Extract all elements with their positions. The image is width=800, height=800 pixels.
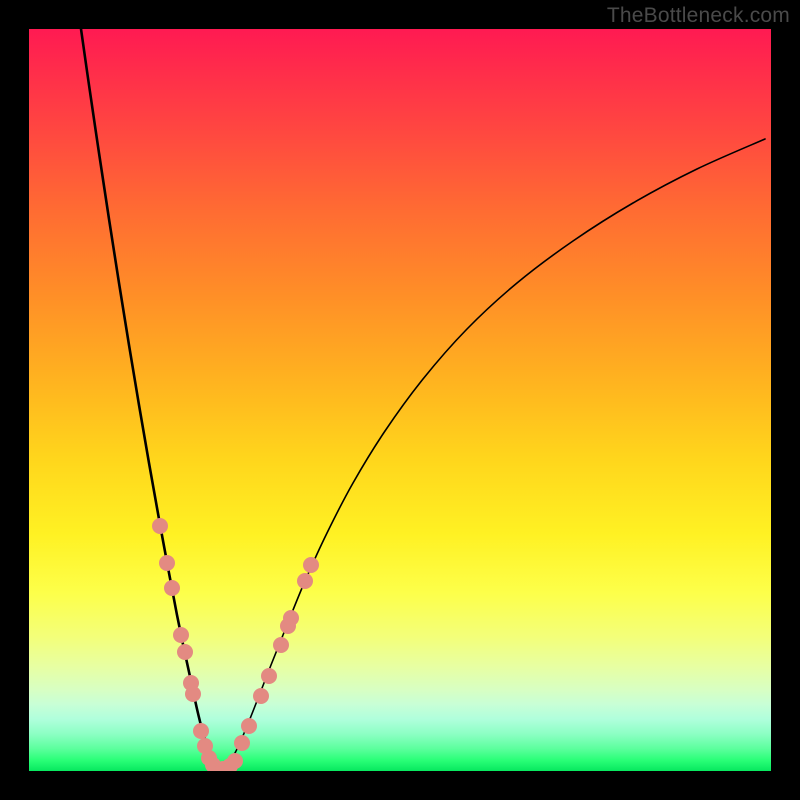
data-point — [227, 753, 243, 769]
chart-frame: TheBottleneck.com — [0, 0, 800, 800]
data-point — [185, 686, 201, 702]
data-point — [159, 555, 175, 571]
data-point — [297, 573, 313, 589]
data-point — [193, 723, 209, 739]
data-point — [152, 518, 168, 534]
data-point — [303, 557, 319, 573]
data-point — [253, 688, 269, 704]
data-point — [234, 735, 250, 751]
data-point — [177, 644, 193, 660]
dots-layer — [29, 29, 771, 771]
data-point — [283, 610, 299, 626]
data-point — [173, 627, 189, 643]
data-point — [261, 668, 277, 684]
data-point — [273, 637, 289, 653]
watermark-text: TheBottleneck.com — [607, 4, 790, 28]
plot-area — [29, 29, 771, 771]
data-point — [241, 718, 257, 734]
data-point — [164, 580, 180, 596]
